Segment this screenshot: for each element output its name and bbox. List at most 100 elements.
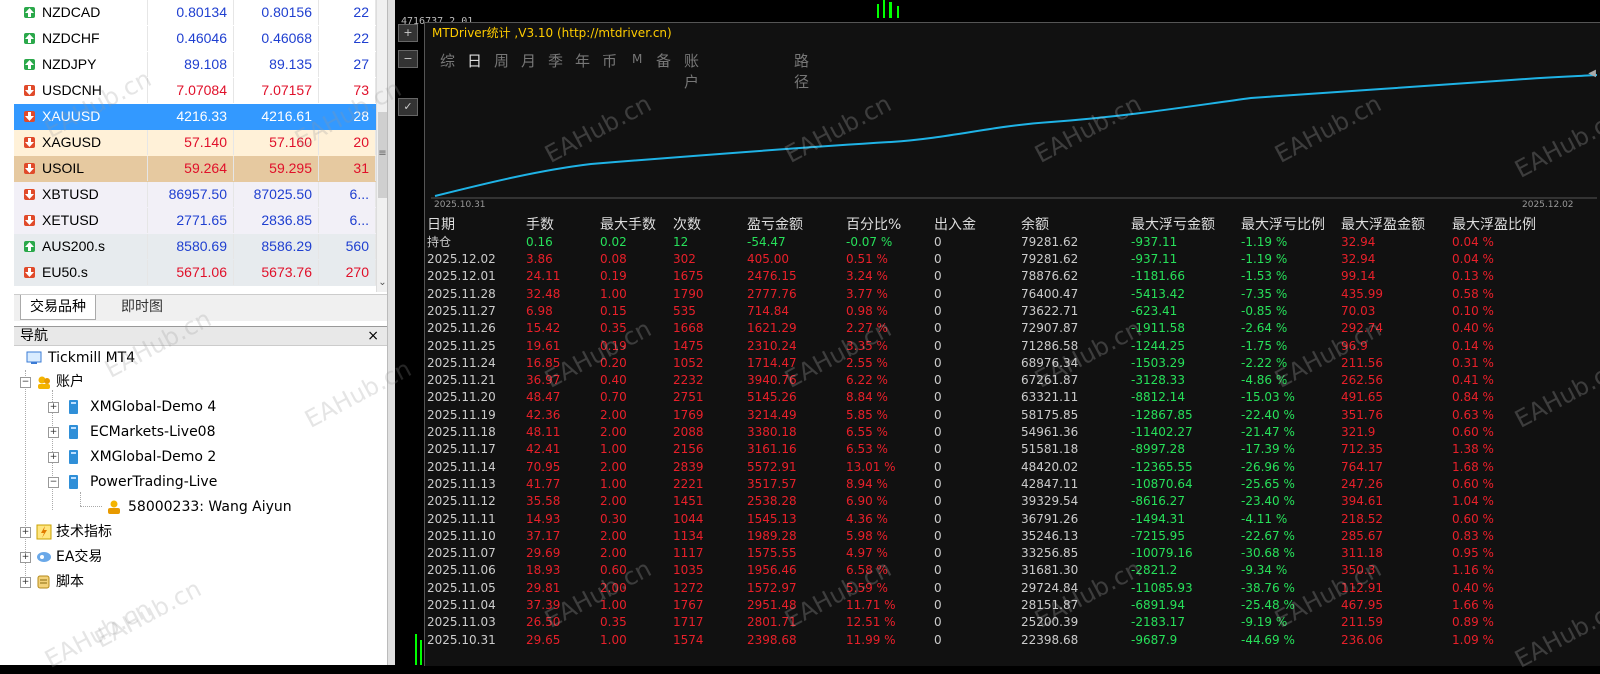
stats-cell: -1.53 % (1241, 269, 1288, 284)
stats-cell: 6.53 % (846, 442, 888, 457)
stats-cell: 435.99 (1341, 286, 1383, 301)
chart-tool-icon[interactable]: + (398, 24, 418, 42)
symbol-cell: AUS200.s (14, 234, 148, 259)
market-watch-row[interactable]: USOIL 59.264 59.295 31 (14, 156, 387, 182)
stats-cell: 6.90 % (846, 494, 888, 509)
stats-cell: 32.48 (526, 286, 561, 301)
stats-cell: 16.85 (526, 355, 561, 370)
stats-cell: 112.91 (1341, 580, 1383, 595)
market-watch-row[interactable]: XAUUSD 4216.33 4216.61 28 (14, 104, 387, 130)
stats-cell: 8.94 % (846, 476, 888, 491)
stats-cell: 0.60 % (1452, 476, 1494, 491)
market-watch-row[interactable]: NZDCHF 0.46046 0.46068 22 (14, 26, 387, 52)
stats-cell: 0.60 (600, 563, 627, 578)
navigator-indicators[interactable]: + 技术指标 (14, 520, 214, 544)
tab-summary[interactable]: 综 (440, 50, 455, 71)
navigator-scripts[interactable]: + 脚本 (14, 570, 214, 594)
navigator-tree: Tickmill MT4 − 账户 + XMGlobal-Demo 4 + EC… (14, 346, 387, 665)
stats-cell: 68976.34 (1021, 355, 1079, 370)
stats-cell: 2025.12.02 (427, 252, 496, 266)
expand-icon[interactable]: + (20, 552, 31, 563)
tab-currency[interactable]: 币 (602, 50, 617, 71)
market-watch-row[interactable]: USDCNH 7.07084 7.07157 73 (14, 78, 387, 104)
stats-cell: 1717 (673, 615, 704, 630)
stats-cell: 3.77 % (846, 286, 888, 301)
stats-cell: 5.85 % (846, 407, 888, 422)
scroll-right-icon[interactable]: ◀ (1588, 68, 1596, 79)
expand-icon[interactable]: + (20, 577, 31, 588)
market-watch-row[interactable]: NZDJPY 89.108 89.135 27 (14, 52, 387, 78)
stats-cell: 0 (934, 476, 942, 491)
stats-cell: 351.76 (1341, 407, 1383, 422)
stats-cell: 0.58 % (1452, 286, 1494, 301)
account-login[interactable]: 58000233: Wang Aiyun (106, 495, 366, 519)
stats-cell: 1.38 % (1452, 442, 1494, 457)
account-server[interactable]: − PowerTrading-Live (42, 470, 302, 494)
account-server[interactable]: + XMGlobal-Demo 2 (42, 445, 302, 469)
stats-cell: 285.67 (1341, 528, 1383, 543)
navigator-experts[interactable]: + EA交易 (14, 545, 214, 569)
spread-cell: 270 (320, 260, 376, 285)
server-icon (69, 450, 78, 464)
stats-cell: -15.03 % (1241, 390, 1295, 405)
stats-cell: 1117 (673, 546, 704, 561)
stats-cell: 29.69 (526, 546, 561, 561)
stats-cell: 2.00 (600, 546, 627, 561)
market-watch-row[interactable]: XETUSD 2771.65 2836.85 6... (14, 208, 387, 234)
close-icon[interactable]: × (367, 327, 379, 345)
user-icon (108, 500, 120, 514)
stats-cell: 42.36 (526, 407, 561, 422)
market-watch-row[interactable]: AUS200.s 8580.69 8586.29 560 (14, 234, 387, 260)
tab-yearly[interactable]: 年 (575, 50, 590, 71)
stats-cell: 0.20 (600, 355, 627, 370)
stats-cell: 0 (934, 252, 942, 266)
spread-cell: 31 (320, 156, 376, 181)
stats-cell: 0 (934, 494, 942, 509)
collapse-icon[interactable]: − (48, 477, 59, 488)
account-server[interactable]: + ECMarkets-Live08 (42, 420, 302, 444)
navigator-accounts[interactable]: − 账户 (14, 370, 214, 394)
tab-monthly[interactable]: 月 (521, 50, 536, 71)
market-watch-row[interactable]: XBTUSD 86957.50 87025.50 6... (14, 182, 387, 208)
stats-cell: 1.00 (600, 442, 627, 457)
stats-cell: -623.41 (1131, 303, 1178, 318)
stats-cell: 0 (934, 286, 942, 301)
chart-tool-icon[interactable]: ✓ (398, 98, 418, 116)
market-watch-row[interactable]: EU50.s 5671.06 5673.76 270 (14, 260, 387, 286)
stats-cell: 5.59 % (846, 580, 888, 595)
collapse-icon[interactable]: − (20, 377, 31, 388)
bid-cell: 89.108 (149, 52, 234, 77)
tab-tick-chart[interactable]: 即时图 (112, 295, 172, 319)
tab-m[interactable]: M (632, 52, 642, 66)
ask-cell: 87025.50 (235, 182, 319, 207)
stats-cell: -1.19 % (1241, 235, 1288, 249)
stats-cell: 0.02 (600, 235, 627, 249)
tab-symbols[interactable]: 交易品种 (20, 295, 96, 320)
stats-cell: 2.00 (600, 494, 627, 509)
stats-cell: 48.11 (526, 425, 561, 439)
tab-quarterly[interactable]: 季 (548, 50, 563, 71)
stats-cell: -44.69 % (1241, 632, 1295, 647)
chart-tool-icon[interactable]: − (398, 50, 418, 68)
stats-cell: 2839 (673, 459, 704, 474)
spread-cell: 6... (320, 208, 376, 233)
expand-icon[interactable]: + (48, 452, 59, 463)
market-watch-row[interactable]: XAGUSD 57.140 57.160 20 (14, 130, 387, 156)
market-watch-row[interactable]: NZDCAD 0.80134 0.80156 22 (14, 0, 387, 26)
expand-icon[interactable]: + (20, 527, 31, 538)
stats-cell: 0 (934, 511, 942, 526)
expand-icon[interactable]: + (48, 427, 59, 438)
stats-cell: 0 (934, 563, 942, 578)
stats-cell: 1574 (673, 632, 704, 647)
expand-icon[interactable]: + (48, 402, 59, 413)
account-server[interactable]: + XMGlobal-Demo 4 (42, 395, 302, 419)
tab-daily[interactable]: 日 (467, 50, 482, 71)
stats-cell: 72907.87 (1021, 321, 1079, 336)
stats-cell: 25200.39 (1021, 615, 1079, 630)
tab-notes[interactable]: 备 (656, 50, 671, 71)
stats-cell: 5572.91 (747, 459, 797, 474)
stats-cell: 1044 (673, 511, 704, 526)
tab-weekly[interactable]: 周 (494, 50, 509, 71)
bid-cell: 4216.33 (149, 104, 234, 129)
stats-cell: -4.86 % (1241, 373, 1288, 388)
